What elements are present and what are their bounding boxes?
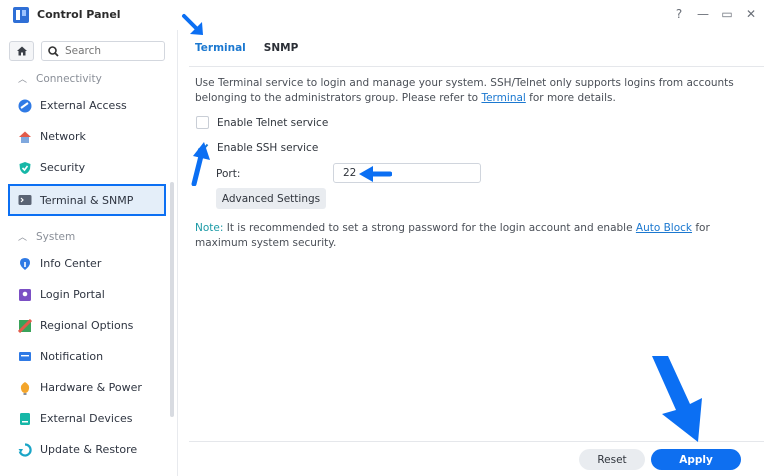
login-portal-icon: [18, 288, 32, 302]
sidebar-scrollbar[interactable]: [170, 182, 174, 417]
description-text: Use Terminal service to login and manage…: [195, 77, 734, 104]
regional-options-icon: [18, 318, 32, 333]
chevron-up-icon: ︿: [18, 75, 28, 85]
window-title: Control Panel: [37, 8, 121, 21]
annotation-arrow-icon: [182, 14, 203, 35]
advanced-settings-button[interactable]: Advanced Settings: [216, 188, 326, 209]
telnet-label: Enable Telnet service: [217, 116, 329, 129]
notification-icon: [18, 350, 32, 364]
terminal-help-link[interactable]: Terminal: [481, 92, 525, 104]
sidebar-item-info-center[interactable]: Info Center: [8, 249, 166, 278]
sidebar-item-terminal-snmp[interactable]: Terminal & SNMP: [8, 184, 166, 216]
note-label: Note:: [195, 222, 224, 234]
auto-block-link[interactable]: Auto Block: [636, 222, 692, 234]
update-restore-icon: [18, 442, 32, 457]
info-center-icon: [18, 257, 32, 271]
ssh-option[interactable]: Enable SSH service: [196, 141, 318, 154]
annotation-arrow-icon: [652, 356, 702, 442]
maximize-button[interactable]: ▭: [720, 6, 734, 22]
reset-button[interactable]: Reset: [579, 449, 645, 470]
sidebar-item-notification[interactable]: Notification: [8, 342, 166, 371]
security-shield-icon: [18, 161, 32, 175]
tab-terminal[interactable]: Terminal: [195, 42, 246, 58]
chevron-up-icon: ︿: [18, 233, 28, 243]
port-input[interactable]: 22: [333, 163, 481, 183]
hardware-power-icon: [18, 381, 32, 395]
sidebar-item-update-restore[interactable]: Update & Restore: [8, 435, 166, 464]
sidebar-item-security[interactable]: Security: [8, 153, 166, 182]
annotation-arrow-icon: [191, 142, 210, 186]
help-button[interactable]: ?: [672, 6, 686, 22]
search-input[interactable]: [65, 45, 155, 57]
apply-button[interactable]: Apply: [651, 449, 741, 470]
ssh-label: Enable SSH service: [217, 141, 319, 154]
sidebar-item-login-portal[interactable]: Login Portal: [8, 280, 166, 309]
sidebar-item-hardware-power[interactable]: Hardware & Power: [8, 373, 166, 402]
close-button[interactable]: ✕: [744, 6, 758, 22]
sidebar: ︿ Connectivity External Access Network S…: [0, 30, 178, 476]
external-access-icon: [18, 99, 32, 113]
search-box[interactable]: [41, 41, 165, 61]
note-text: Note: It is recommended to set a strong …: [195, 222, 710, 249]
sidebar-item-external-devices[interactable]: External Devices: [8, 404, 166, 433]
tab-divider: [189, 66, 764, 67]
home-icon: [16, 46, 27, 56]
home-button[interactable]: [9, 41, 34, 61]
sidebar-item-network[interactable]: Network: [8, 122, 166, 151]
telnet-checkbox[interactable]: [196, 116, 209, 129]
tab-snmp[interactable]: SNMP: [264, 42, 299, 58]
annotation-arrow-icon: [359, 166, 392, 182]
title-bar: Control Panel ? — ▭ ✕: [0, 0, 768, 30]
minimize-button[interactable]: —: [696, 6, 710, 22]
search-icon: [48, 45, 59, 57]
sidebar-item-external-access[interactable]: External Access: [8, 91, 166, 120]
sidebar-item-regional-options[interactable]: Regional Options: [8, 311, 166, 340]
control-panel-icon: [12, 6, 30, 24]
network-icon: [18, 130, 32, 144]
external-devices-icon: [18, 412, 32, 426]
terminal-icon: [18, 193, 32, 207]
group-header-system[interactable]: ︿ System: [18, 230, 75, 244]
port-label: Port:: [216, 168, 241, 180]
group-header-connectivity[interactable]: ︿ Connectivity: [18, 72, 102, 86]
telnet-option[interactable]: Enable Telnet service: [196, 116, 328, 129]
